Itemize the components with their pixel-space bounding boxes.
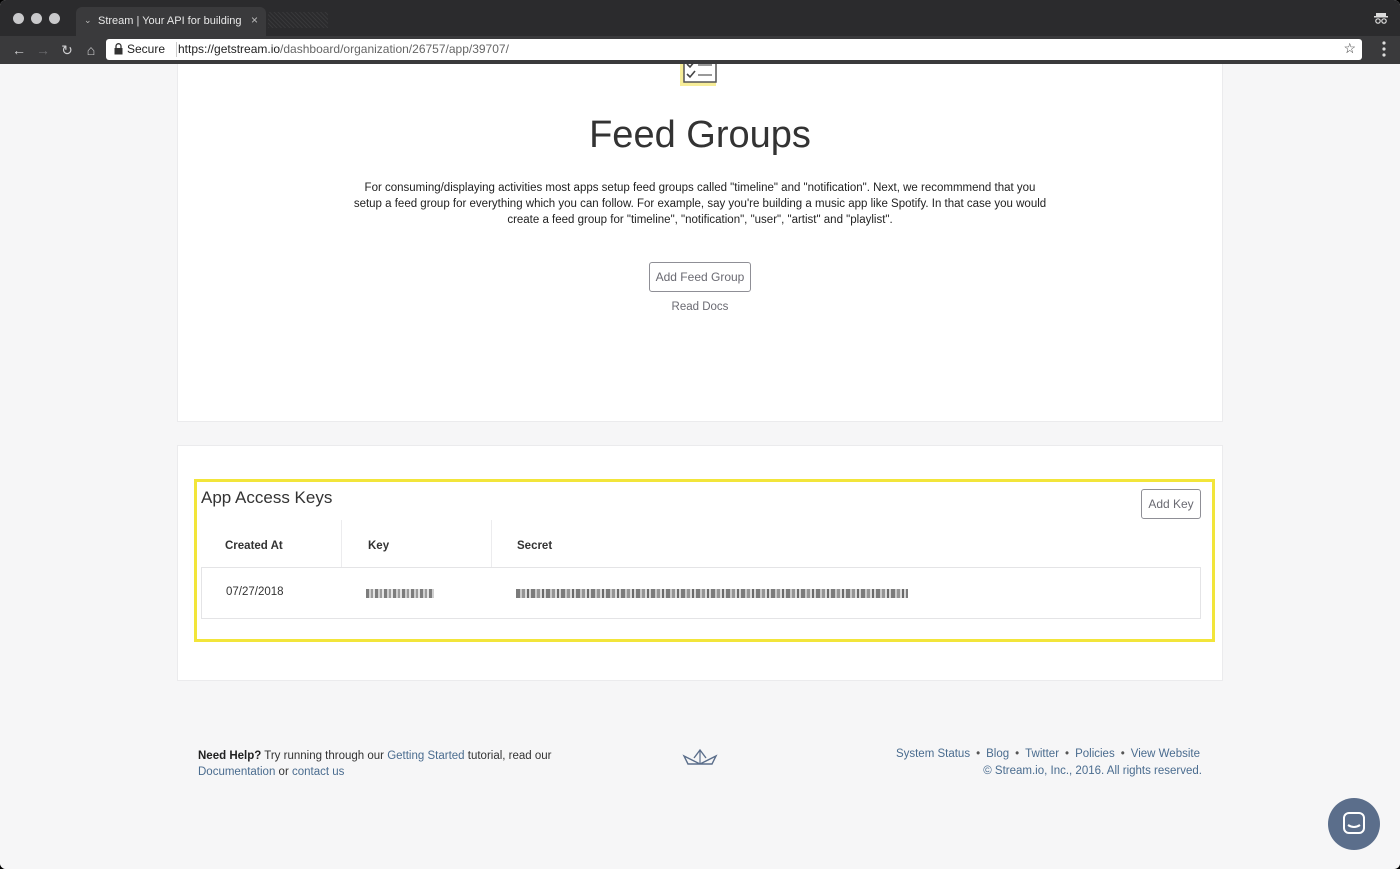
footer-help-text: Need Help? Try running through our Getti…: [198, 748, 578, 780]
redacted-key: [366, 589, 434, 598]
tab-title: Stream | Your API for building: [98, 15, 242, 27]
address-bar[interactable]: Secure https://getstream.io/dashboard/or…: [106, 39, 1362, 60]
separator-dot: •: [1015, 748, 1020, 760]
browser-tab[interactable]: ⌄ Stream | Your API for building ×: [76, 7, 266, 36]
home-icon[interactable]: ⌂: [82, 41, 100, 59]
new-tab-area[interactable]: [268, 12, 328, 28]
lock-icon: [114, 43, 123, 55]
access-keys-title: App Access Keys: [201, 488, 333, 507]
tab-favicon-icon: ⌄: [84, 15, 92, 25]
getting-started-link[interactable]: Getting Started: [387, 750, 464, 762]
browser-menu-icon[interactable]: [1382, 41, 1386, 57]
view-website-link[interactable]: View Website: [1131, 748, 1200, 760]
read-docs-link[interactable]: Read Docs: [600, 301, 800, 313]
feed-groups-title: Feed Groups: [589, 114, 811, 156]
policies-link[interactable]: Policies: [1075, 748, 1115, 760]
column-header-created-at: Created At: [225, 540, 283, 552]
access-keys-panel: App Access Keys Add Key Created At Key S…: [194, 479, 1215, 642]
system-status-link[interactable]: System Status: [896, 748, 970, 760]
close-window-button[interactable]: [13, 13, 24, 24]
maximize-window-button[interactable]: [49, 13, 60, 24]
separator-dot: •: [1065, 748, 1070, 760]
twitter-link[interactable]: Twitter: [1025, 748, 1059, 760]
chat-icon: [1343, 812, 1365, 834]
add-key-button[interactable]: Add Key: [1141, 489, 1201, 519]
bookmark-star-icon[interactable]: ☆: [1343, 40, 1356, 57]
separator-dot: •: [976, 748, 981, 760]
address-divider: [176, 42, 177, 57]
back-arrow-icon[interactable]: ←: [10, 41, 28, 59]
url-path: /dashboard/organization/26757/app/39707/: [280, 42, 509, 56]
browser-window: ⌄ Stream | Your API for building × ← → ↻…: [0, 0, 1400, 869]
column-header-secret: Secret: [517, 540, 553, 552]
created-at-cell: 07/27/2018: [226, 586, 284, 598]
documentation-link[interactable]: Documentation: [198, 766, 275, 778]
forward-arrow-icon[interactable]: →: [34, 41, 52, 59]
help-text: Try running through our: [261, 750, 388, 762]
contact-us-link[interactable]: contact us: [292, 766, 344, 778]
browser-titlebar: ⌄ Stream | Your API for building ×: [0, 0, 1400, 36]
dashboard-page: Feed Groups For consuming/displaying act…: [0, 64, 1400, 869]
stream-logo-icon: [682, 748, 718, 765]
feed-groups-description: For consuming/displaying activities most…: [353, 182, 1047, 226]
chat-launcher-button[interactable]: [1328, 798, 1380, 850]
footer-links: System Status • Blog • Twitter • Policies • View…: [870, 748, 1200, 760]
incognito-icon: [1374, 13, 1388, 24]
column-divider: [491, 520, 492, 568]
add-feed-group-button[interactable]: Add Feed Group: [649, 262, 751, 292]
need-help-label: Need Help?: [198, 750, 262, 762]
help-text: tutorial, read our: [464, 750, 552, 762]
minimize-window-button[interactable]: [31, 13, 42, 24]
url-host: https://getstream.io: [178, 42, 281, 56]
tab-close-icon[interactable]: ×: [251, 13, 258, 27]
column-divider: [341, 520, 342, 568]
separator-dot: •: [1120, 748, 1125, 760]
redacted-secret: [516, 589, 908, 598]
copyright-text: © Stream.io, Inc., 2016. All rights rese…: [983, 765, 1202, 777]
reload-icon[interactable]: ↻: [58, 41, 76, 59]
url-text[interactable]: https://getstream.io/dashboard/organizat…: [178, 42, 509, 56]
column-header-key: Key: [368, 540, 390, 552]
secure-label: Secure: [127, 42, 166, 56]
checklist-icon: [680, 64, 717, 86]
blog-link[interactable]: Blog: [986, 748, 1009, 760]
help-text: or: [275, 766, 292, 778]
table-row: 07/27/2018: [201, 567, 1201, 619]
